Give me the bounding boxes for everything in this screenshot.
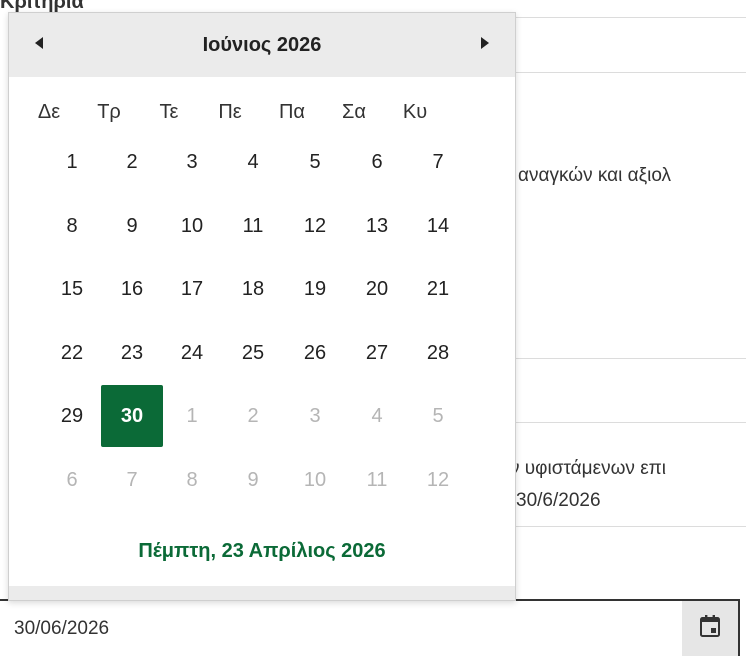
calendar-icon xyxy=(699,614,721,643)
day-cell[interactable]: 7 xyxy=(407,131,469,193)
day-cell[interactable]: 6 xyxy=(346,131,408,193)
day-cell[interactable]: 4 xyxy=(222,131,284,193)
weekday-label: Δε xyxy=(37,101,61,123)
day-cell[interactable]: 18 xyxy=(222,258,284,320)
day-cell[interactable]: 23 xyxy=(101,322,163,384)
day-cell[interactable]: 10 xyxy=(161,195,223,257)
month-title: Ιούνιος 2026 xyxy=(202,34,322,56)
day-cell[interactable]: 9 xyxy=(101,195,163,257)
day-cell-other-month[interactable]: 3 xyxy=(284,385,346,447)
day-cell[interactable]: 2 xyxy=(101,131,163,193)
day-cell[interactable]: 14 xyxy=(407,195,469,257)
weekday-label: Πα xyxy=(278,101,305,123)
divider xyxy=(516,72,746,73)
weekday-label: Κυ xyxy=(402,101,428,123)
day-cell[interactable]: 17 xyxy=(161,258,223,320)
divider xyxy=(516,526,746,527)
day-cell[interactable]: 3 xyxy=(161,131,223,193)
day-cell[interactable]: 12 xyxy=(284,195,346,257)
caret-left-icon xyxy=(34,36,44,55)
day-cell[interactable]: 8 xyxy=(41,195,103,257)
day-cell-other-month[interactable]: 11 xyxy=(346,449,408,511)
day-cell-other-month[interactable]: 2 xyxy=(222,385,284,447)
weekday-label: Πε xyxy=(218,101,242,123)
divider xyxy=(516,358,746,359)
day-cell[interactable]: 20 xyxy=(346,258,408,320)
day-cell[interactable]: 27 xyxy=(346,322,408,384)
calendar-toggle-button[interactable] xyxy=(682,601,738,656)
divider xyxy=(516,17,746,18)
day-cell-selected[interactable]: 30 xyxy=(101,385,163,447)
weekday-label: Τρ xyxy=(97,101,121,123)
prev-month-button[interactable] xyxy=(11,13,67,77)
day-cell[interactable]: 22 xyxy=(41,322,103,384)
day-cell-other-month[interactable]: 10 xyxy=(284,449,346,511)
day-cell-other-month[interactable]: 12 xyxy=(407,449,469,511)
date-field xyxy=(0,599,740,656)
weekday-label: Τε xyxy=(159,101,179,123)
day-cell-other-month[interactable]: 7 xyxy=(101,449,163,511)
day-cell[interactable]: 21 xyxy=(407,258,469,320)
datepicker-popup: Ιούνιος 2026 Δε Τρ Τε Πε Πα Σα Κυ 1 2 3 4 5 6 7 8 9 10 1… xyxy=(8,12,516,601)
day-cell[interactable]: 26 xyxy=(284,322,346,384)
day-cell-other-month[interactable]: 1 xyxy=(161,385,223,447)
day-cell[interactable]: 28 xyxy=(407,322,469,384)
datepicker-header: Ιούνιος 2026 xyxy=(9,13,515,77)
background-text: ν υφιστάμενων επι xyxy=(510,458,666,479)
day-cell[interactable]: 24 xyxy=(161,322,223,384)
datepicker-footer xyxy=(9,586,515,600)
day-cell-other-month[interactable]: 4 xyxy=(346,385,408,447)
next-month-button[interactable] xyxy=(457,13,513,77)
day-cell-other-month[interactable]: 6 xyxy=(41,449,103,511)
day-cell-other-month[interactable]: 5 xyxy=(407,385,469,447)
weekday-label: Σα xyxy=(342,101,366,123)
today-link[interactable]: Πέμπτη, 23 Απρίλιος 2026 xyxy=(9,540,515,563)
day-cell[interactable]: 19 xyxy=(284,258,346,320)
day-cell[interactable]: 1 xyxy=(41,131,103,193)
day-cell[interactable]: 11 xyxy=(222,195,284,257)
background-date-text: 30/6/2026 xyxy=(516,490,601,511)
background-text: αναγκών και αξιολ xyxy=(518,165,672,186)
day-cell[interactable]: 16 xyxy=(101,258,163,320)
day-cell[interactable]: 29 xyxy=(41,385,103,447)
day-cell[interactable]: 13 xyxy=(346,195,408,257)
day-cell-other-month[interactable]: 9 xyxy=(222,449,284,511)
day-cell[interactable]: 15 xyxy=(41,258,103,320)
date-input[interactable] xyxy=(0,601,682,656)
day-cell-other-month[interactable]: 8 xyxy=(161,449,223,511)
day-cell[interactable]: 5 xyxy=(284,131,346,193)
caret-right-icon xyxy=(480,36,490,55)
divider xyxy=(516,422,746,423)
day-cell[interactable]: 25 xyxy=(222,322,284,384)
